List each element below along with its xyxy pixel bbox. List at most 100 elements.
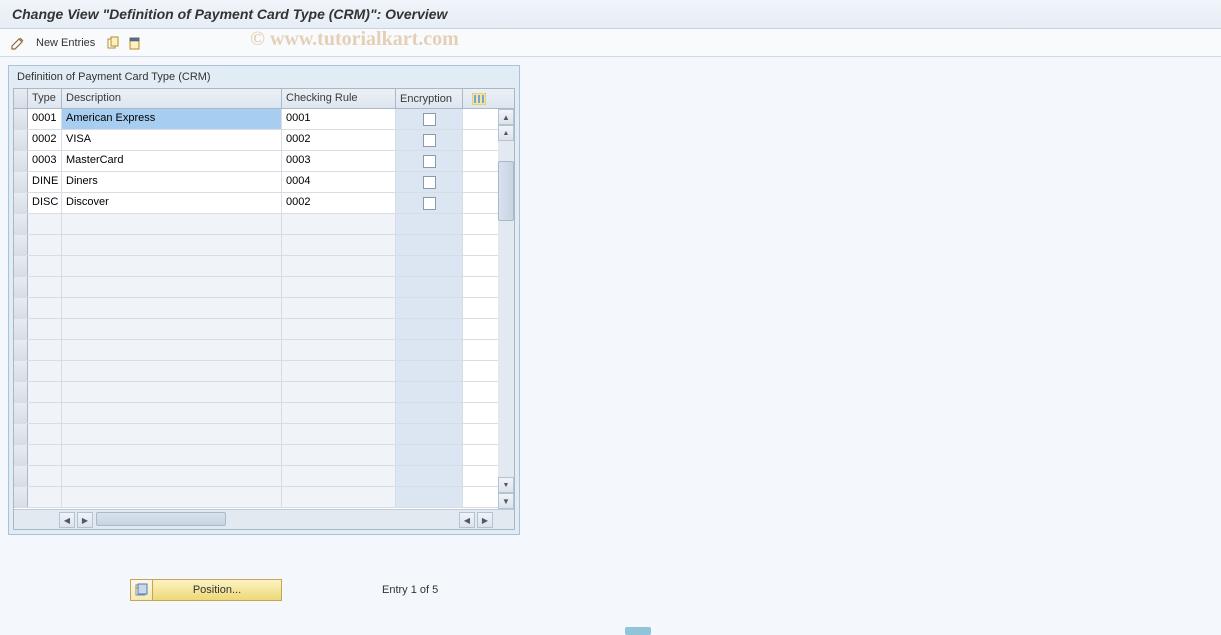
scroll-up-button[interactable]: ▲ (498, 109, 514, 125)
toggle-edit-icon[interactable] (10, 35, 26, 51)
cell-encryption[interactable] (396, 151, 463, 171)
row-selector[interactable] (14, 382, 28, 402)
cell-encryption[interactable] (396, 466, 463, 486)
cell-type[interactable] (28, 214, 62, 234)
cell-description[interactable]: American Express (62, 109, 282, 129)
cell-checking-rule[interactable] (282, 256, 396, 276)
hscroll-last-button[interactable]: ▶ (477, 512, 493, 528)
cell-checking-rule[interactable] (282, 277, 396, 297)
cell-type[interactable] (28, 319, 62, 339)
cell-type[interactable] (28, 445, 62, 465)
row-selector[interactable] (14, 256, 28, 276)
cell-encryption[interactable] (396, 277, 463, 297)
row-selector[interactable] (14, 466, 28, 486)
cell-encryption[interactable] (396, 256, 463, 276)
cell-description[interactable] (62, 214, 282, 234)
cell-checking-rule[interactable]: 0004 (282, 172, 396, 192)
row-selector[interactable] (14, 445, 28, 465)
cell-description[interactable] (62, 256, 282, 276)
cell-checking-rule[interactable] (282, 466, 396, 486)
cell-description[interactable] (62, 466, 282, 486)
hscroll-thumb[interactable] (96, 512, 226, 526)
cell-checking-rule[interactable]: 0003 (282, 151, 396, 171)
cell-encryption[interactable] (396, 214, 463, 234)
cell-description[interactable] (62, 298, 282, 318)
cell-type[interactable]: 0003 (28, 151, 62, 171)
cell-description[interactable] (62, 319, 282, 339)
configure-columns-button[interactable] (463, 89, 494, 108)
horizontal-scrollbar[interactable]: ◀ ▶ ◀ ▶ (14, 509, 514, 529)
cell-type[interactable] (28, 382, 62, 402)
cell-type[interactable] (28, 277, 62, 297)
cell-encryption[interactable] (396, 424, 463, 444)
cell-encryption[interactable] (396, 403, 463, 423)
scroll-down-button[interactable]: ▼ (498, 493, 514, 509)
cell-type[interactable]: 0002 (28, 130, 62, 150)
row-selector[interactable] (14, 277, 28, 297)
cell-description[interactable] (62, 424, 282, 444)
new-entries-button[interactable]: New Entries (32, 35, 99, 51)
scroll-thumb[interactable] (498, 161, 514, 221)
cell-encryption[interactable] (396, 340, 463, 360)
cell-checking-rule[interactable] (282, 319, 396, 339)
cell-encryption[interactable] (396, 235, 463, 255)
cell-checking-rule[interactable] (282, 361, 396, 381)
hscroll-first-button[interactable]: ◀ (59, 512, 75, 528)
encryption-checkbox[interactable] (423, 134, 436, 147)
cell-checking-rule[interactable]: 0001 (282, 109, 396, 129)
cell-description[interactable] (62, 340, 282, 360)
cell-description[interactable] (62, 403, 282, 423)
row-selector[interactable] (14, 319, 28, 339)
row-selector[interactable] (14, 361, 28, 381)
row-selector[interactable] (14, 487, 28, 507)
cell-encryption[interactable] (396, 193, 463, 213)
cell-type[interactable] (28, 256, 62, 276)
cell-type[interactable]: DISC (28, 193, 62, 213)
cell-description[interactable] (62, 235, 282, 255)
select-all-handle[interactable] (14, 89, 28, 108)
cell-type[interactable] (28, 424, 62, 444)
scroll-track[interactable] (498, 141, 514, 477)
cell-checking-rule[interactable] (282, 382, 396, 402)
cell-encryption[interactable] (396, 382, 463, 402)
row-selector[interactable] (14, 151, 28, 171)
row-selector[interactable] (14, 172, 28, 192)
cell-description[interactable]: Diners (62, 172, 282, 192)
cell-checking-rule[interactable] (282, 403, 396, 423)
cell-type[interactable]: DINE (28, 172, 62, 192)
row-selector[interactable] (14, 235, 28, 255)
cell-checking-rule[interactable] (282, 445, 396, 465)
cell-type[interactable] (28, 361, 62, 381)
cell-description[interactable] (62, 487, 282, 507)
cell-checking-rule[interactable]: 0002 (282, 130, 396, 150)
row-selector[interactable] (14, 130, 28, 150)
encryption-checkbox[interactable] (423, 113, 436, 126)
row-selector[interactable] (14, 403, 28, 423)
cell-checking-rule[interactable] (282, 214, 396, 234)
hscroll-left-button[interactable]: ▶ (77, 512, 93, 528)
delete-icon[interactable] (127, 35, 143, 51)
cell-encryption[interactable] (396, 130, 463, 150)
cell-type[interactable] (28, 235, 62, 255)
position-icon[interactable] (130, 579, 152, 601)
scroll-down-step-button[interactable]: ▼ (498, 477, 514, 493)
cell-checking-rule[interactable] (282, 424, 396, 444)
col-header-checking-rule[interactable]: Checking Rule (282, 89, 396, 108)
row-selector[interactable] (14, 193, 28, 213)
hscroll-right-button[interactable]: ◀ (459, 512, 475, 528)
row-selector[interactable] (14, 340, 28, 360)
row-selector[interactable] (14, 424, 28, 444)
position-button[interactable]: Position... (152, 579, 282, 601)
cell-checking-rule[interactable] (282, 340, 396, 360)
vertical-scrollbar[interactable]: ▲ ▲ ▼ ▼ (498, 109, 514, 509)
col-header-description[interactable]: Description (62, 89, 282, 108)
cell-type[interactable] (28, 487, 62, 507)
encryption-checkbox[interactable] (423, 155, 436, 168)
cell-description[interactable] (62, 361, 282, 381)
cell-description[interactable] (62, 445, 282, 465)
cell-description[interactable] (62, 382, 282, 402)
cell-encryption[interactable] (396, 298, 463, 318)
cell-description[interactable]: Discover (62, 193, 282, 213)
row-selector[interactable] (14, 109, 28, 129)
cell-type[interactable] (28, 466, 62, 486)
